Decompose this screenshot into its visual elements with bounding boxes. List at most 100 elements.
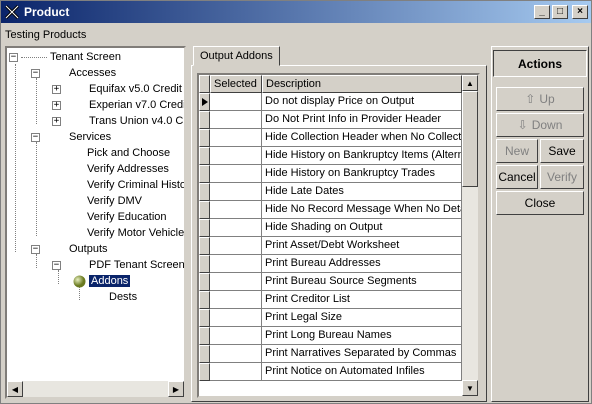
tree-node-tenant-screen[interactable]: − Tenant Screen bbox=[9, 49, 123, 65]
selected-cell[interactable] bbox=[210, 183, 262, 201]
row-indicator[interactable] bbox=[199, 111, 210, 129]
selected-cell[interactable] bbox=[210, 93, 262, 111]
verify-button[interactable]: Verify bbox=[540, 165, 584, 189]
selected-cell[interactable] bbox=[210, 309, 262, 327]
tree-node-accesses[interactable]: − Accesses bbox=[31, 65, 118, 81]
selected-cell[interactable] bbox=[210, 219, 262, 237]
row-indicator[interactable] bbox=[199, 363, 210, 381]
tree-node-access-item[interactable]: + Trans Union v4.0 Cre bbox=[52, 113, 184, 129]
table-row[interactable]: Hide History on Bankruptcy Trades bbox=[199, 165, 462, 183]
collapse-icon[interactable]: − bbox=[31, 132, 40, 142]
table-row[interactable]: Print Bureau Addresses bbox=[199, 255, 462, 273]
description-cell[interactable]: Hide Collection Header when No Collectio… bbox=[262, 129, 462, 147]
description-cell[interactable]: Print Creditor List bbox=[262, 291, 462, 309]
table-row[interactable]: Print Notice on Automated Infiles bbox=[199, 363, 462, 381]
selected-cell[interactable] bbox=[210, 147, 262, 165]
close-button[interactable]: Close bbox=[496, 191, 584, 215]
expand-icon[interactable]: + bbox=[52, 116, 61, 126]
selected-cell[interactable] bbox=[210, 255, 262, 273]
save-button[interactable]: Save bbox=[540, 139, 584, 163]
cancel-button[interactable]: Cancel bbox=[496, 165, 538, 189]
selected-cell[interactable] bbox=[210, 201, 262, 219]
row-indicator[interactable] bbox=[199, 327, 210, 345]
description-cell[interactable]: Do Not Print Info in Provider Header bbox=[262, 111, 462, 129]
tab-output-addons[interactable]: Output Addons bbox=[193, 46, 280, 66]
description-cell[interactable]: Print Asset/Debt Worksheet bbox=[262, 237, 462, 255]
row-indicator[interactable] bbox=[199, 201, 210, 219]
row-indicator[interactable] bbox=[199, 147, 210, 165]
column-header-selected[interactable]: Selected bbox=[210, 75, 262, 93]
row-indicator[interactable] bbox=[199, 129, 210, 147]
tree-node-service-item[interactable]: Verify Motor Vehicle F bbox=[65, 225, 184, 241]
tree-node-dests[interactable]: Dests bbox=[87, 289, 139, 305]
collapse-icon[interactable]: − bbox=[9, 52, 18, 62]
collapse-icon[interactable]: − bbox=[31, 244, 40, 254]
table-row[interactable]: Hide Shading on Output bbox=[199, 219, 462, 237]
close-window-button[interactable]: × bbox=[572, 5, 588, 19]
tree-node-addons[interactable]: Addons bbox=[73, 273, 131, 289]
row-indicator[interactable] bbox=[199, 237, 210, 255]
tree-node-service-item[interactable]: Pick and Choose bbox=[65, 145, 172, 161]
table-row[interactable]: Do not display Price on Output bbox=[199, 93, 462, 111]
new-button[interactable]: New bbox=[496, 139, 538, 163]
expand-icon[interactable]: + bbox=[52, 84, 61, 94]
row-indicator[interactable] bbox=[199, 309, 210, 327]
grid-vertical-scrollbar[interactable]: ▲ ▼ bbox=[462, 75, 478, 396]
scroll-down-icon[interactable]: ▼ bbox=[462, 380, 478, 396]
row-indicator[interactable] bbox=[199, 291, 210, 309]
selected-cell[interactable] bbox=[210, 111, 262, 129]
table-row[interactable]: Print Narratives Separated by Commas bbox=[199, 345, 462, 363]
row-indicator[interactable] bbox=[199, 345, 210, 363]
table-row[interactable]: Hide Collection Header when No Collectio… bbox=[199, 129, 462, 147]
down-button[interactable]: ⇩ Down bbox=[496, 113, 584, 137]
scroll-right-icon[interactable]: ▶ bbox=[168, 381, 184, 397]
description-cell[interactable]: Print Narratives Separated by Commas bbox=[262, 345, 462, 363]
description-cell[interactable]: Hide History on Bankruptcy Trades bbox=[262, 165, 462, 183]
table-row[interactable]: Hide Late Dates bbox=[199, 183, 462, 201]
row-indicator[interactable] bbox=[199, 273, 210, 291]
selected-cell[interactable] bbox=[210, 165, 262, 183]
column-header-description[interactable]: Description bbox=[262, 75, 462, 93]
description-cell[interactable]: Print Legal Size bbox=[262, 309, 462, 327]
tree-node-access-item[interactable]: + Experian v7.0 Credit R bbox=[52, 97, 184, 113]
selected-cell[interactable] bbox=[210, 327, 262, 345]
selected-cell[interactable] bbox=[210, 291, 262, 309]
description-cell[interactable]: Print Bureau Source Segments bbox=[262, 273, 462, 291]
description-cell[interactable]: Hide No Record Message When No Deta bbox=[262, 201, 462, 219]
table-row[interactable]: Print Legal Size bbox=[199, 309, 462, 327]
tree-node-output-item[interactable]: − PDF Tenant Screenin bbox=[52, 257, 184, 273]
maximize-button[interactable]: □ bbox=[552, 5, 568, 19]
table-row[interactable]: Do Not Print Info in Provider Header bbox=[199, 111, 462, 129]
tree-node-service-item[interactable]: Verify Criminal History bbox=[65, 177, 184, 193]
scroll-thumb[interactable] bbox=[462, 91, 478, 187]
description-cell[interactable]: Print Notice on Automated Infiles bbox=[262, 363, 462, 381]
table-row[interactable]: Print Bureau Source Segments bbox=[199, 273, 462, 291]
selected-cell[interactable] bbox=[210, 345, 262, 363]
description-cell[interactable]: Hide Late Dates bbox=[262, 183, 462, 201]
tree-node-service-item[interactable]: Verify Addresses bbox=[65, 161, 171, 177]
collapse-icon[interactable]: − bbox=[31, 68, 40, 78]
table-row[interactable]: Hide No Record Message When No Deta bbox=[199, 201, 462, 219]
selected-cell[interactable] bbox=[210, 237, 262, 255]
addons-grid[interactable]: Selected Description Do not display Pric… bbox=[197, 73, 480, 398]
tree-node-outputs[interactable]: − Outputs bbox=[31, 241, 110, 257]
tree-node-access-item[interactable]: + Equifax v5.0 Credit Re bbox=[52, 81, 184, 97]
selected-cell[interactable] bbox=[210, 129, 262, 147]
row-indicator[interactable] bbox=[199, 219, 210, 237]
selected-cell[interactable] bbox=[210, 273, 262, 291]
selected-cell[interactable] bbox=[210, 363, 262, 381]
tree-node-service-item[interactable]: Verify DMV bbox=[65, 193, 144, 209]
minimize-button[interactable]: _ bbox=[534, 5, 550, 19]
description-cell[interactable]: Print Long Bureau Names bbox=[262, 327, 462, 345]
current-row-indicator-icon[interactable] bbox=[199, 93, 210, 111]
tree-node-services[interactable]: − Services bbox=[31, 129, 113, 145]
table-row[interactable]: Print Asset/Debt Worksheet bbox=[199, 237, 462, 255]
up-button[interactable]: ⇧ Up bbox=[496, 87, 584, 111]
row-indicator[interactable] bbox=[199, 183, 210, 201]
collapse-icon[interactable]: − bbox=[52, 260, 61, 270]
description-cell[interactable]: Hide History on Bankruptcy Items (Altern… bbox=[262, 147, 462, 165]
description-cell[interactable]: Hide Shading on Output bbox=[262, 219, 462, 237]
description-cell[interactable]: Do not display Price on Output bbox=[262, 93, 462, 111]
scroll-up-icon[interactable]: ▲ bbox=[462, 75, 478, 91]
expand-icon[interactable]: + bbox=[52, 100, 61, 110]
